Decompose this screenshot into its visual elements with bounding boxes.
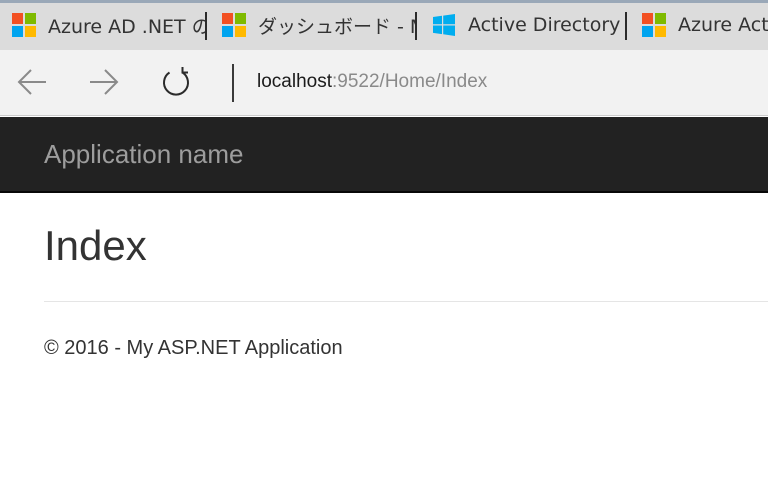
tab-title: Active Directory - xyxy=(468,14,626,36)
footer-divider xyxy=(44,301,768,302)
url-host: localhost xyxy=(257,71,332,92)
forward-button[interactable] xyxy=(84,64,124,100)
address-divider xyxy=(232,64,234,102)
back-button[interactable] xyxy=(12,64,52,100)
microsoft-logo-icon xyxy=(642,13,666,37)
tab-title: Azure Acti xyxy=(678,14,768,36)
page-title: Index xyxy=(44,222,147,269)
refresh-button[interactable] xyxy=(156,64,196,100)
url-field[interactable]: localhost:9522/Home/Index xyxy=(257,71,487,93)
tab-divider xyxy=(415,12,417,40)
browser-tab-1[interactable]: Azure AD .NET の xyxy=(0,3,206,47)
forward-arrow-icon xyxy=(90,69,119,95)
browser-tab-strip: Azure AD .NET の ダッシュボード - Mic Active Dir… xyxy=(0,0,768,50)
microsoft-logo-icon xyxy=(12,13,36,37)
browser-tab-2[interactable]: ダッシュボード - Mic xyxy=(210,3,416,47)
tab-title: ダッシュボード - Mic xyxy=(258,15,416,38)
footer-copyright: © 2016 - My ASP.NET Application xyxy=(44,337,343,359)
refresh-icon xyxy=(163,67,189,96)
address-toolbar: localhost:9522/Home/Index xyxy=(0,50,768,116)
browser-tab-3[interactable]: Active Directory - xyxy=(420,3,626,47)
microsoft-logo-icon xyxy=(222,13,246,37)
tab-title: Azure AD .NET の xyxy=(48,15,206,38)
back-arrow-icon xyxy=(17,69,46,95)
browser-tab-4[interactable]: Azure Acti xyxy=(630,3,768,47)
windows-logo-icon xyxy=(432,13,456,37)
app-navbar: Application name xyxy=(0,117,768,193)
tab-divider xyxy=(205,12,207,40)
navbar-brand-link[interactable]: Application name xyxy=(44,139,243,170)
url-path: :9522/Home/Index xyxy=(332,71,488,92)
tab-divider xyxy=(625,12,627,40)
